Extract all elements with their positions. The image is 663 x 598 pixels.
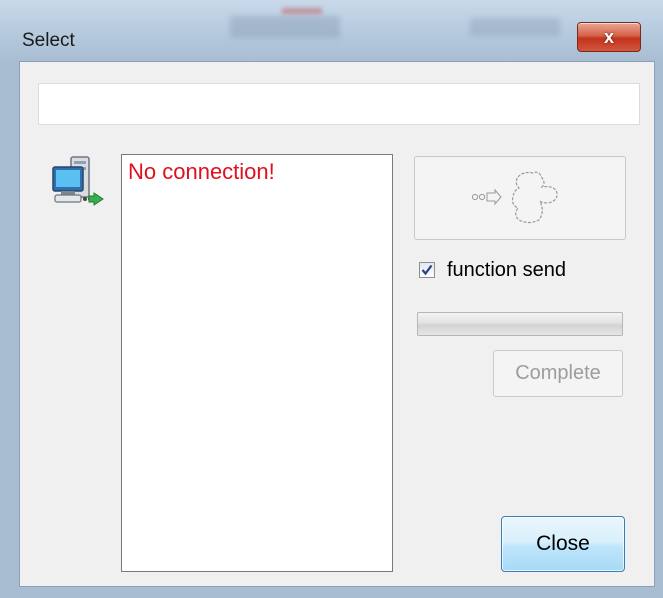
window-title: Select	[22, 30, 75, 51]
no-connection-message: No connection!	[128, 159, 275, 184]
function-send-checkbox[interactable]	[419, 262, 435, 278]
network-computer-icon	[51, 153, 111, 215]
background-blur	[282, 8, 322, 14]
background-blur	[230, 16, 340, 38]
transfer-progress-bar	[417, 312, 623, 336]
function-send-label: function send	[447, 259, 566, 281]
checkmark-icon	[421, 264, 433, 276]
complete-button[interactable]: Complete	[493, 350, 623, 397]
send-to-robot-button[interactable]	[414, 156, 626, 240]
window-close-button[interactable]: x	[577, 22, 641, 52]
path-field[interactable]	[38, 83, 640, 125]
close-button[interactable]: Close	[501, 516, 625, 572]
background-blur	[470, 18, 560, 36]
device-list[interactable]: No connection!	[121, 154, 393, 572]
robot-send-icon	[471, 171, 558, 224]
dialog-client-area: No connection! function send Complete Cl…	[19, 61, 655, 587]
